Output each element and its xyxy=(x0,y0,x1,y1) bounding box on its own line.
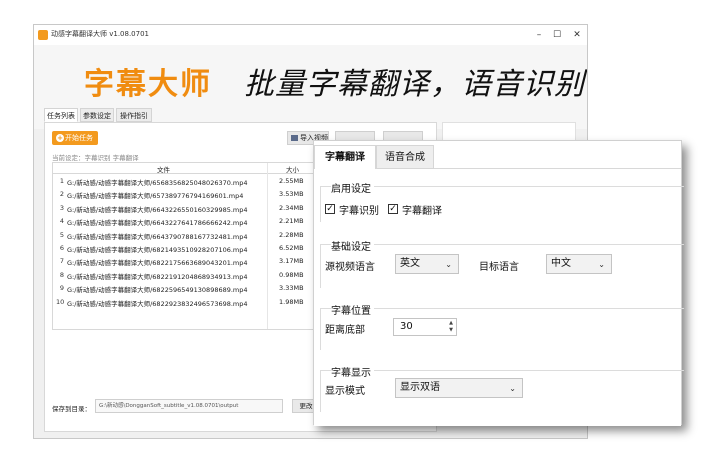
row-file: G:/新动感/动感字幕翻译大师/6573897767941696​01.mp4 xyxy=(67,192,244,201)
settings-tabbar: 字幕翻译 语音合成 xyxy=(314,141,681,169)
bottom-distance-spinbox[interactable]: 30 ▲ ▼ xyxy=(393,318,457,336)
bottom-distance-label: 距离底部 xyxy=(325,325,365,336)
group-basic: 基础设定 源视频语言 英文 ⌄ 目标语言 中文 ⌄ xyxy=(320,238,684,288)
row-size: 3.53MB xyxy=(279,190,304,199)
row-file: G:/新动感/动感字幕翻译大师/6822191204868934913.mp4 xyxy=(67,272,248,281)
tab-parameters[interactable]: 参数设定 xyxy=(80,108,114,122)
banner-slogan: 批量字幕翻译，语音识别 xyxy=(244,67,585,102)
group-display: 字幕显示 显示模式 显示双语 ⌄ xyxy=(320,364,684,412)
row-file: G:/新动感/动感字幕翻译大师/6822596549130898689.mp4 xyxy=(67,286,248,295)
row-size: 6.52MB xyxy=(279,244,304,252)
spin-down-icon[interactable]: ▼ xyxy=(447,327,455,334)
group-display-title: 字幕显示 xyxy=(331,364,374,379)
row-size: 0.98MB xyxy=(279,270,304,279)
window-title: 动感字幕翻译大师 v1.08.0701 xyxy=(51,30,149,38)
header-size: 大小 xyxy=(286,166,299,174)
maximize-button[interactable]: ☐ xyxy=(549,27,565,43)
current-settings: 当前设定：字幕识别 字幕翻译 xyxy=(52,154,139,162)
row-number: 6 xyxy=(59,244,64,252)
row-file: G:/新动感/动感字幕翻译大师/6822175663689043201.mp4 xyxy=(67,259,248,268)
row-size: 3.33MB xyxy=(279,284,304,293)
table-row[interactable]: 8 G:/新动感/动感字幕翻译大师/6822191204868934913.mp4… xyxy=(53,269,314,282)
recognize-checkbox[interactable]: ✓ xyxy=(325,204,335,214)
target-lang-label: 目标语言 xyxy=(479,262,519,273)
table-row[interactable]: 3 G:/新动感/动感字幕翻译大师/6643226550160329985.mp4… xyxy=(53,202,314,215)
table-row[interactable]: 7 G:/新动感/动感字幕翻译大师/6822175663689043201.mp4… xyxy=(53,255,314,268)
plus-icon: + xyxy=(56,134,64,142)
save-dir-input[interactable]: G:\新动感\DongganSoft_subtitle_v1.08.0701\o… xyxy=(95,399,283,413)
row-number: 8 xyxy=(59,270,64,279)
banner-brand: 字幕大师 xyxy=(84,67,212,102)
tab-task-list[interactable]: 任务列表 xyxy=(44,108,78,122)
row-size: 2.34MB xyxy=(279,203,304,212)
header-file: 文件 xyxy=(157,166,170,174)
row-size: 3.17MB xyxy=(279,257,304,266)
row-size: 2.28MB xyxy=(279,230,304,239)
group-basic-title: 基础设定 xyxy=(331,238,374,253)
row-file: G:/新动感/动感字幕翻译大师/6568356825048026370.mp4 xyxy=(67,179,248,187)
table-row[interactable]: 10 G:/新动感/动感字幕翻译大师/6822923832496573698.mp… xyxy=(53,296,314,309)
row-number: 9 xyxy=(59,284,64,293)
translate-label: 字幕翻译 xyxy=(402,206,442,217)
minimize-button[interactable]: – xyxy=(531,27,547,43)
spin-up-icon[interactable]: ▲ xyxy=(447,320,455,327)
source-lang-label: 源视频语言 xyxy=(325,262,375,273)
table-row[interactable]: 5 G:/新动感/动感字幕翻译大师/6643790788167732481.mp4… xyxy=(53,229,314,242)
table-header: 文件 大小 xyxy=(53,163,314,174)
start-task-button[interactable]: + 开始任务 xyxy=(52,131,98,145)
group-position-title: 字幕位置 xyxy=(331,302,374,317)
target-lang-value: 中文 xyxy=(551,258,571,269)
display-mode-select[interactable]: 显示双语 ⌄ xyxy=(395,378,523,398)
display-mode-value: 显示双语 xyxy=(400,382,440,393)
display-mode-label: 显示模式 xyxy=(325,386,365,397)
row-number: 1 xyxy=(59,177,64,185)
bottom-distance-value: 30 xyxy=(400,321,413,332)
row-number: 3 xyxy=(59,203,64,212)
title-bar: 动感字幕翻译大师 v1.08.0701 – ☐ ✕ xyxy=(34,25,587,45)
tab-guide[interactable]: 操作指引 xyxy=(116,108,152,122)
start-task-label: 开始任务 xyxy=(65,134,93,142)
table-row[interactable]: 1 G:/新动感/动感字幕翻译大师/6568356825048026370.mp4… xyxy=(53,175,314,188)
row-number: 4 xyxy=(59,217,64,226)
row-file: G:/新动感/动感字幕翻译大师/6822923832496573698.mp4 xyxy=(67,299,248,308)
chevron-down-icon: ⌄ xyxy=(509,384,516,393)
row-file: G:/新动感/动感字幕翻译大师/6643790788167732481.mp4 xyxy=(67,232,248,241)
recognize-label: 字幕识别 xyxy=(339,206,379,217)
row-size: 2.55MB xyxy=(279,177,304,185)
table-row[interactable]: 2 G:/新动感/动感字幕翻译大师/6573897767941696​01.mp4… xyxy=(53,188,314,201)
chevron-down-icon: ⌄ xyxy=(445,260,452,269)
source-lang-select[interactable]: 英文 ⌄ xyxy=(395,254,459,274)
row-number: 5 xyxy=(59,230,64,239)
table-row[interactable]: 6 G:/新动感/动感字幕翻译大师/6821493510928207106.mp4… xyxy=(53,242,314,255)
settings-body: 启用设定 ✓ 字幕识别 ✓ 字幕翻译 基础设定 源视频语言 英文 ⌄ 目标语言 … xyxy=(314,169,684,426)
source-lang-value: 英文 xyxy=(400,258,420,269)
target-lang-select[interactable]: 中文 ⌄ xyxy=(546,254,612,274)
table-row[interactable]: 9 G:/新动感/动感字幕翻译大师/6822596549130898689.mp4… xyxy=(53,282,314,295)
group-position: 字幕位置 距离底部 30 ▲ ▼ xyxy=(320,302,684,350)
file-table: 文件 大小 1 G:/新动感/动感字幕翻译大师/65683568250480263… xyxy=(52,162,315,330)
row-number: 10 xyxy=(56,297,65,306)
tab-subtitle-translate[interactable]: 字幕翻译 xyxy=(314,145,376,169)
app-icon xyxy=(38,30,48,40)
import-icon xyxy=(291,135,298,141)
row-size: 1.98MB xyxy=(279,297,304,306)
chevron-down-icon: ⌄ xyxy=(598,260,605,269)
settings-dialog: 字幕翻译 语音合成 启用设定 ✓ 字幕识别 ✓ 字幕翻译 基础设定 源视频语言 … xyxy=(313,140,684,426)
row-number: 2 xyxy=(59,190,64,199)
group-enable: 启用设定 ✓ 字幕识别 ✓ 字幕翻译 xyxy=(320,180,684,222)
row-number: 7 xyxy=(59,257,64,266)
table-row[interactable]: 4 G:/新动感/动感字幕翻译大师/6643227641786666242.mp4… xyxy=(53,215,314,228)
close-button[interactable]: ✕ xyxy=(569,27,585,43)
row-file: G:/新动感/动感字幕翻译大师/6643227641786666242.mp4 xyxy=(67,219,248,228)
row-size: 2.21MB xyxy=(279,217,304,226)
group-enable-title: 启用设定 xyxy=(331,180,374,195)
save-dir-label: 保存到目录： xyxy=(52,405,91,413)
translate-checkbox[interactable]: ✓ xyxy=(388,204,398,214)
tab-speech-synthesis[interactable]: 语音合成 xyxy=(376,145,434,169)
row-file: G:/新动感/动感字幕翻译大师/6643226550160329985.mp4 xyxy=(67,205,248,214)
row-file: G:/新动感/动感字幕翻译大师/6821493510928207106.mp4 xyxy=(67,246,248,254)
